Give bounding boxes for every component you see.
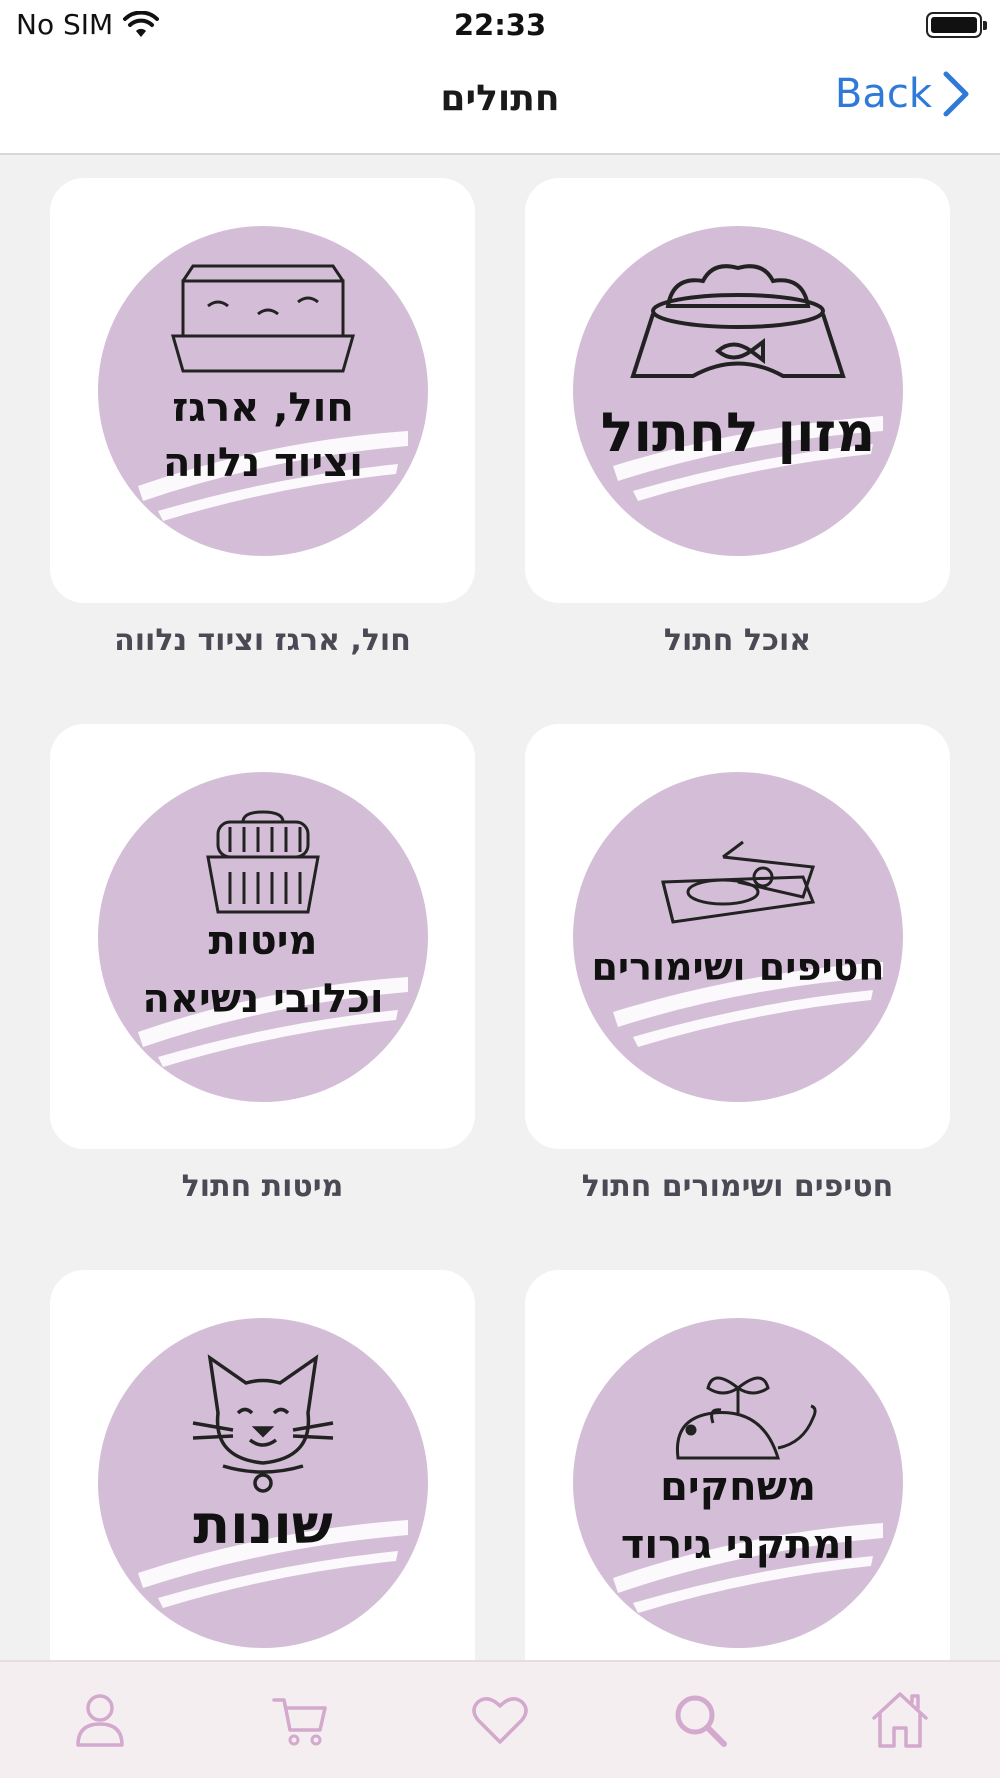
user-icon [76, 1694, 124, 1747]
category-caption[interactable]: אוכל חתול [525, 623, 950, 658]
category-card[interactable]: מיטות וכלובי נשיאה מיטות חתול [50, 724, 475, 1204]
art-label: וכלובי נשיאה [142, 976, 383, 1022]
category-art: מזון לחתול [572, 225, 903, 556]
battery-icon [926, 12, 987, 38]
category-caption[interactable]: מיטות חתול [50, 1169, 475, 1204]
back-button[interactable]: Back [835, 70, 970, 118]
category-caption[interactable]: חול, ארגז וציוד נלווה [50, 623, 475, 658]
category-art: מיטות וכלובי נשיאה [97, 771, 428, 1102]
tab-profile[interactable] [70, 1690, 130, 1750]
nav-bar: חתולים Back [0, 54, 1000, 155]
category-image[interactable]: חול, ארגז וציוד נלווה [50, 178, 475, 603]
category-grid: מזון לחתול אוכל חתול חול, ארגז וציוד נלו… [0, 155, 1000, 1660]
art-label: ומתקני גירוד [620, 1522, 854, 1568]
category-art: חטיפים ושימורים [572, 771, 903, 1102]
category-card[interactable]: חטיפים ושימורים חטיפים ושימורים חתול [525, 724, 950, 1204]
tab-favorites[interactable] [470, 1690, 530, 1750]
category-image[interactable]: שונות [50, 1270, 475, 1660]
heart-icon [472, 1697, 528, 1744]
category-image[interactable]: מזון לחתול [525, 178, 950, 603]
category-art: משחקים ומתקני גירוד [572, 1317, 903, 1648]
category-art: חול, ארגז וציוד נלווה [97, 225, 428, 556]
category-card[interactable]: משחקים ומתקני גירוד [525, 1270, 950, 1660]
category-image[interactable]: משחקים ומתקני גירוד [525, 1270, 950, 1660]
category-caption[interactable]: חטיפים ושימורים חתול [525, 1169, 950, 1204]
tab-search[interactable] [670, 1690, 730, 1750]
chevron-right-icon [943, 71, 969, 117]
art-label: חול, ארגז [172, 385, 354, 431]
back-label: Back [834, 71, 932, 117]
art-label: מיטות [208, 918, 317, 964]
home-icon [872, 1692, 928, 1748]
category-image[interactable]: מיטות וכלובי נשיאה [50, 724, 475, 1149]
category-image[interactable]: חטיפים ושימורים [525, 724, 950, 1149]
art-label: חטיפים ושימורים [591, 945, 884, 989]
cart-icon [272, 1698, 327, 1746]
category-card[interactable]: שונות [50, 1270, 475, 1660]
category-art: שונות [97, 1317, 428, 1648]
search-icon [675, 1695, 727, 1747]
art-label: וציוד נלווה [162, 440, 362, 486]
art-label: שונות [193, 1493, 332, 1556]
category-card[interactable]: חול, ארגז וציוד נלווה חול, ארגז וציוד נל… [50, 178, 475, 658]
tab-bar [0, 1660, 1000, 1778]
tab-home[interactable] [870, 1690, 930, 1750]
status-bar: No SIM 22:33 [0, 0, 1000, 54]
status-time: 22:33 [453, 8, 547, 42]
tab-cart[interactable] [270, 1690, 330, 1750]
art-label: מזון לחתול [600, 401, 874, 464]
art-label: משחקים [660, 1464, 816, 1510]
category-card[interactable]: מזון לחתול אוכל חתול [525, 178, 950, 658]
